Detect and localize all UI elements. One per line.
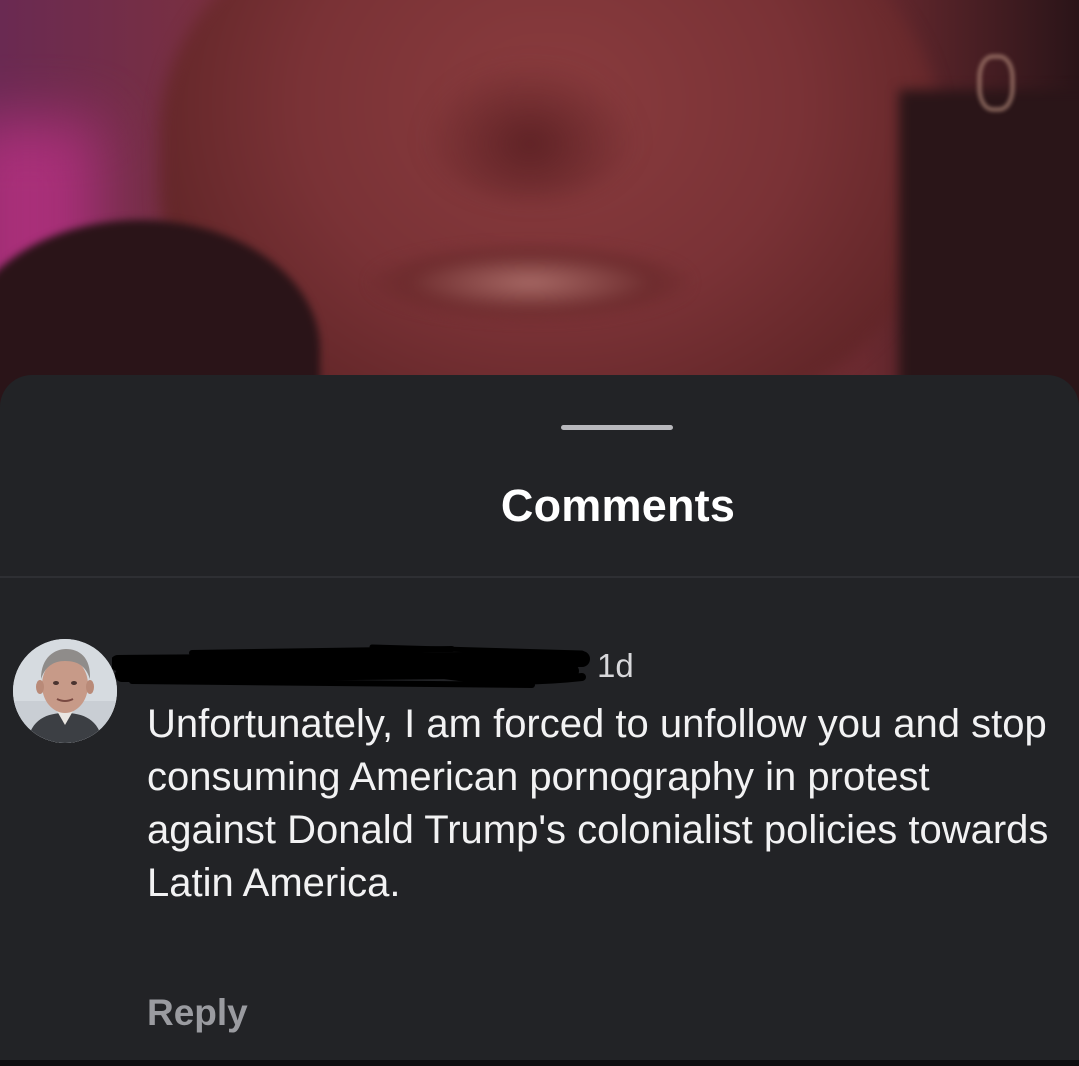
screen: Comments 1d Unfortunately, I am forced t… [0, 0, 1079, 1066]
comment-timestamp: 1d [597, 647, 634, 684]
comment-text: Unfortunately, I am forced to unfollow y… [147, 702, 1049, 905]
comments-sheet: Comments 1d Unfortunately, I am forced t… [0, 375, 1079, 1066]
reply-button[interactable]: Reply [147, 992, 248, 1034]
comment-item: 1d Unfortunately, I am forced to unfollo… [0, 625, 1079, 1045]
username-redaction [110, 641, 592, 689]
header-divider [0, 576, 1079, 578]
video-shoulder-right [899, 90, 1079, 420]
sheet-bottom-edge [0, 1060, 1079, 1066]
video-mouth [370, 245, 690, 320]
sheet-title-row: Comments [0, 480, 1079, 532]
sheet-title: Comments [500, 480, 736, 531]
sheet-grab-handle[interactable] [561, 425, 673, 430]
video-earring [978, 55, 1014, 111]
avatar-portrait-icon [13, 639, 117, 743]
video-nose-shadow [420, 60, 640, 200]
video-background[interactable] [0, 0, 1079, 420]
commenter-avatar[interactable] [13, 639, 117, 743]
redaction-scribble [110, 644, 590, 688]
